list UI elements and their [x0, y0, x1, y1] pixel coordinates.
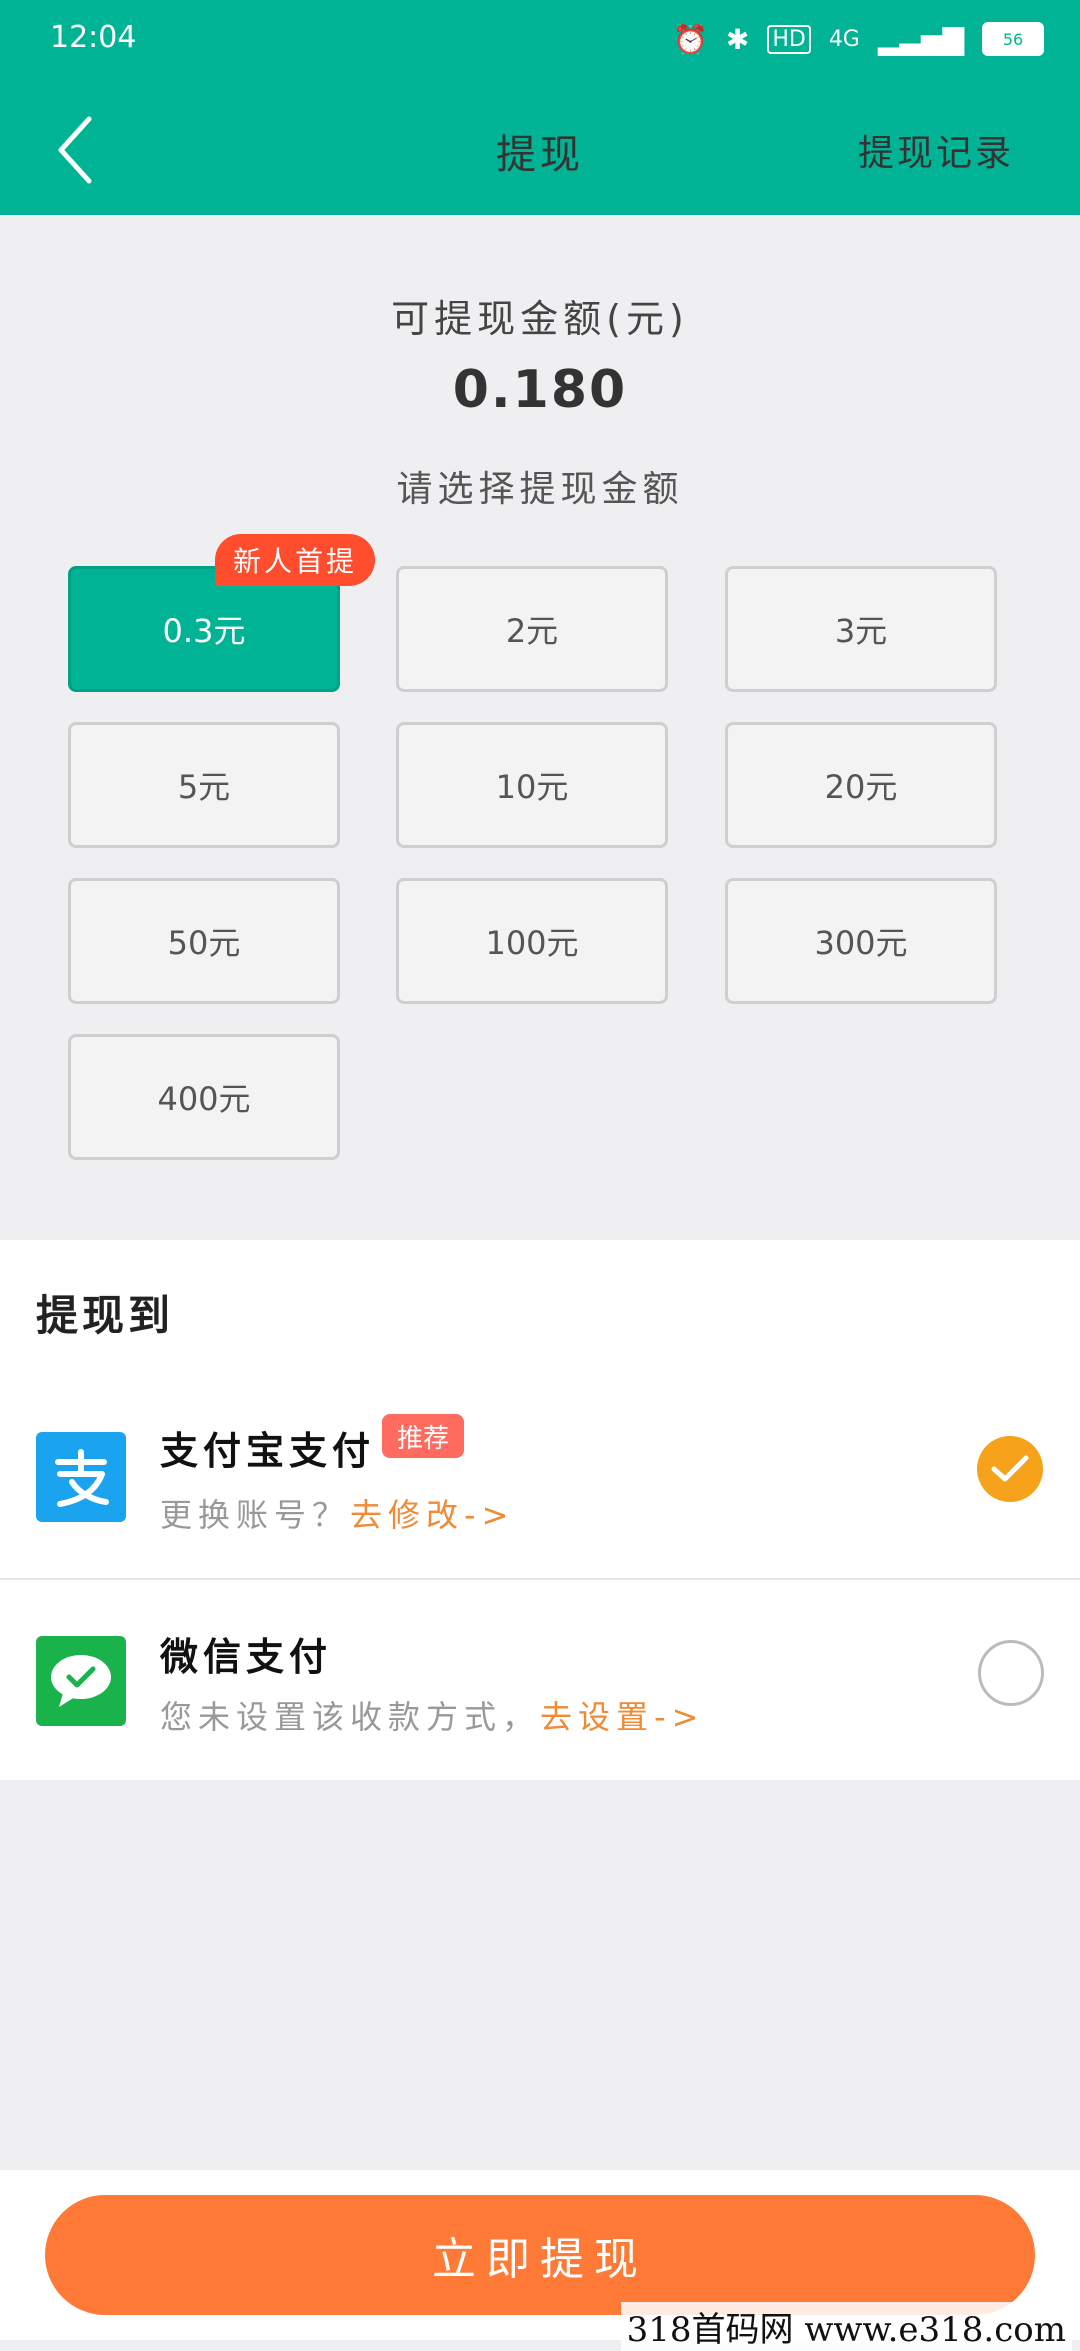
alipay-modify-link[interactable]: 去修改-> [350, 1496, 514, 1534]
amount-option-2[interactable]: 2元 [396, 566, 668, 692]
alipay-name: 支付宝支付 [160, 1429, 376, 1473]
choose-amount-label: 请选择提现金额 [396, 469, 684, 510]
hd-label: HD [767, 24, 811, 54]
recommend-badge: 推荐 [382, 1414, 464, 1458]
alipay-sub-text: 更换账号？ [160, 1496, 351, 1534]
withdraw-to-title: 提现到 [36, 1291, 175, 1340]
amount-option-50[interactable]: 50元 [68, 878, 340, 1004]
new-user-badge: 新人首提 [215, 534, 375, 586]
amount-option-300[interactable]: 300元 [725, 878, 997, 1004]
withdraw-record-link[interactable]: 提现记录 [858, 124, 1014, 176]
alarm-icon: ⏰ [672, 22, 708, 56]
wechat-sub: 您未设置该收款方式，去设置-> [160, 1692, 704, 1738]
amount-option-3[interactable]: 3元 [725, 566, 997, 692]
amount-option-100[interactable]: 100元 [396, 878, 668, 1004]
amount-option-400[interactable]: 400元 [68, 1034, 340, 1160]
alipay-icon [36, 1432, 126, 1522]
watermark: 318首码网 www.e318.com [620, 2302, 1072, 2351]
balance-value: 0.180 [452, 360, 628, 420]
signal-icon: ▂▃▅▇ [877, 22, 964, 56]
checkmark-icon [991, 1455, 1029, 1482]
amount-option-5[interactable]: 5元 [68, 722, 340, 848]
status-icons: ⏰ ✱ HD 4G ▂▃▅▇ 56 [673, 22, 1044, 56]
amount-option-20[interactable]: 20元 [725, 722, 997, 848]
wechat-logo-icon [51, 1655, 111, 1707]
wechat-setup-link[interactable]: 去设置-> [540, 1698, 704, 1736]
bluetooth-icon: ✱ [725, 22, 750, 56]
network-label: 4G [828, 26, 860, 52]
alipay-radio-checked[interactable] [977, 1436, 1043, 1502]
balance-label: 可提现金额(元) [391, 297, 689, 341]
wechat-name: 微信支付 [160, 1635, 333, 1679]
wechat-sub-text: 您未设置该收款方式， [160, 1698, 541, 1736]
alipay-row[interactable] [0, 1380, 1080, 1576]
alipay-sub: 更换账号？去修改-> [160, 1490, 514, 1536]
battery-indicator: 56 [982, 22, 1044, 56]
withdraw-now-button[interactable]: 立即提现 [45, 2195, 1035, 2315]
wechat-icon [36, 1636, 126, 1726]
status-time: 12:04 [50, 20, 137, 55]
amount-option-10[interactable]: 10元 [396, 722, 668, 848]
alipay-logo-icon [55, 1449, 109, 1507]
wechat-radio-unchecked[interactable] [978, 1640, 1044, 1706]
